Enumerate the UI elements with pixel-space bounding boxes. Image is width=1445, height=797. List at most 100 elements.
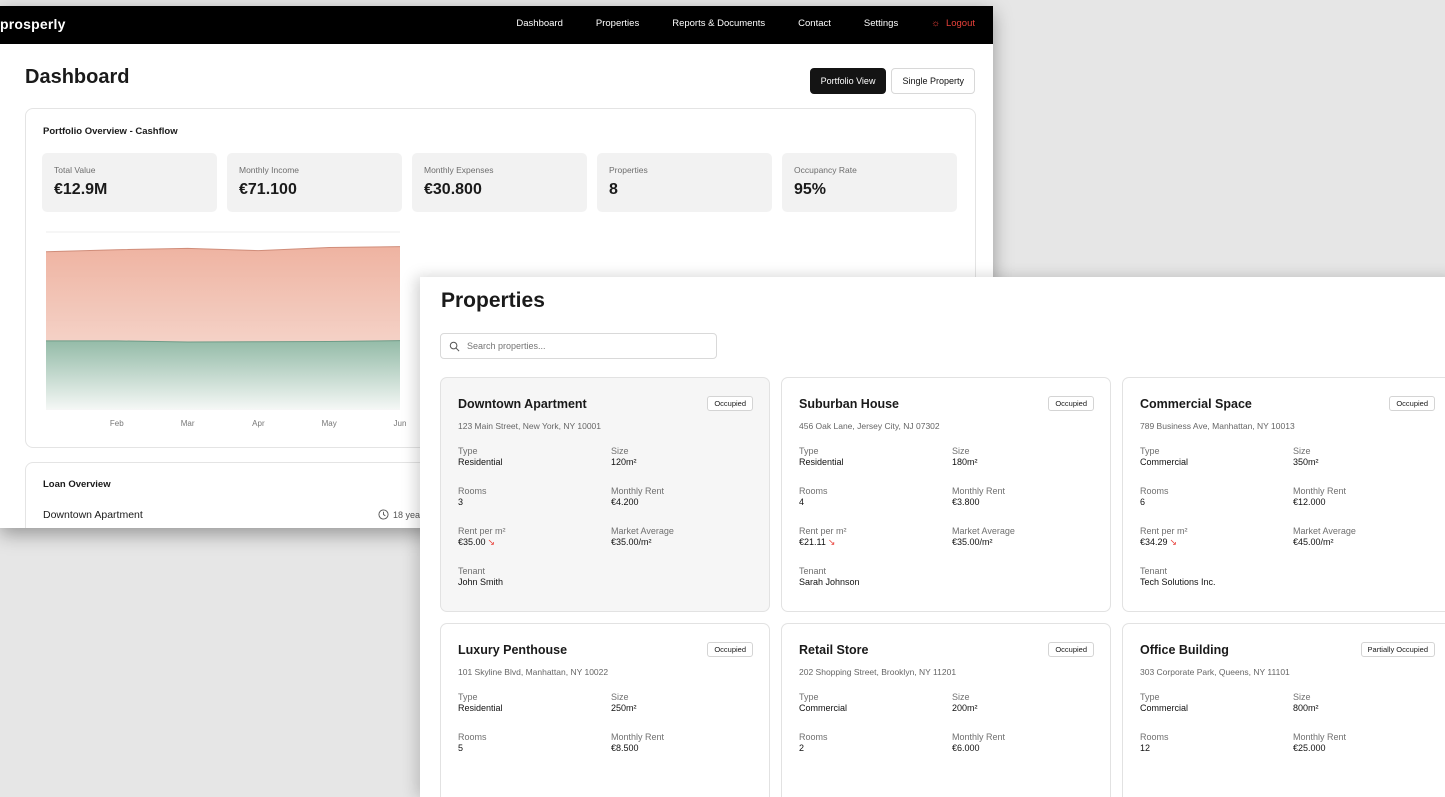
property-name: Office Building xyxy=(1140,643,1229,657)
field-rooms: Rooms 6 xyxy=(1140,486,1169,507)
property-name: Luxury Penthouse xyxy=(458,643,568,657)
search-box[interactable] xyxy=(440,333,717,359)
status-badge: Occupied xyxy=(707,396,753,411)
field-value: €6.000 xyxy=(952,743,1005,753)
field-label: Size xyxy=(1293,692,1311,702)
field-label: Rooms xyxy=(799,732,828,742)
field-label: Type xyxy=(799,446,819,456)
page-title: Dashboard xyxy=(25,66,130,88)
single-property-button[interactable]: Single Property xyxy=(891,68,975,94)
field-value: 2 xyxy=(799,743,828,753)
field-value: Residential xyxy=(458,457,503,467)
property-name: Retail Store xyxy=(799,643,869,657)
field-label: Size xyxy=(611,692,629,702)
nav-properties[interactable]: Properties xyxy=(596,18,639,29)
stat-properties: Properties 8 xyxy=(597,153,772,212)
brand-logo[interactable]: prosperly xyxy=(0,16,66,32)
field-value: Commercial xyxy=(799,703,847,713)
field-label: Size xyxy=(952,692,970,702)
field-value-text: Residential xyxy=(458,703,503,713)
field-value-text: Tech Solutions Inc. xyxy=(1140,577,1216,587)
field-value-text: 120m² xyxy=(611,457,637,467)
field-label: Rent per m² xyxy=(799,526,847,536)
logout-button[interactable]: ☼ Logout xyxy=(931,18,975,29)
property-address: 456 Oak Lane, Jersey City, NJ 07302 xyxy=(799,421,940,431)
property-card[interactable]: Suburban House Occupied 456 Oak Lane, Jers… xyxy=(781,377,1111,612)
property-name: Commercial Space xyxy=(1140,397,1252,411)
field-label: Rooms xyxy=(458,486,487,496)
field-value-text: €4.200 xyxy=(611,497,639,507)
field-value: €21.11 ↘ xyxy=(799,537,847,548)
property-address: 202 Shopping Street, Brooklyn, NY 11201 xyxy=(799,667,957,677)
nav-reports-documents[interactable]: Reports & Documents xyxy=(672,18,765,29)
field-label: Type xyxy=(1140,692,1160,702)
field-value: €25.000 xyxy=(1293,743,1346,753)
property-card[interactable]: Luxury Penthouse Occupied 101 Skyline Blvd… xyxy=(440,623,770,797)
field-value-text: 12 xyxy=(1140,743,1151,753)
x-tick-label: Apr xyxy=(252,419,265,428)
field-type: Type Commercial xyxy=(1140,692,1188,713)
field-value-text: Residential xyxy=(799,457,844,467)
field-label: Size xyxy=(1293,446,1311,456)
field-value-text: €6.000 xyxy=(952,743,980,753)
field-value: €12.000 xyxy=(1293,497,1346,507)
field-rent: Monthly Rent €12.000 xyxy=(1293,486,1346,507)
field-size: Size 800m² xyxy=(1293,692,1319,713)
field-label: Monthly Rent xyxy=(1293,486,1347,496)
property-card[interactable]: Downtown Apartment Occupied 123 Main Stree… xyxy=(440,377,770,612)
field-value-text: 800m² xyxy=(1293,703,1319,713)
cashflow-chart: Feb Mar Apr May Jun xyxy=(45,231,407,428)
field-market: Market Average €45.00/m² xyxy=(1293,526,1356,547)
field-value: Sarah Johnson xyxy=(799,577,860,587)
field-value: 250m² xyxy=(611,703,637,713)
nav-links: Dashboard Properties Reports & Documents… xyxy=(483,18,975,29)
field-tenant: Tenant Tech Solutions Inc. xyxy=(1140,566,1216,587)
field-value: Tech Solutions Inc. xyxy=(1140,577,1216,587)
sun-icon: ☼ xyxy=(931,18,940,29)
portfolio-view-button[interactable]: Portfolio View xyxy=(809,68,887,94)
field-label: Market Average xyxy=(952,526,1015,536)
field-value: 200m² xyxy=(952,703,978,713)
field-rent_m2: Rent per m² €35.00 ↘ xyxy=(458,526,506,548)
nav-settings[interactable]: Settings xyxy=(864,18,898,29)
field-rent: Monthly Rent €8.500 xyxy=(611,732,664,753)
loan-name: Downtown Apartment xyxy=(43,509,143,521)
field-rooms: Rooms 2 xyxy=(799,732,828,753)
field-value: €34.29 ↘ xyxy=(1140,537,1188,548)
x-tick-label: Feb xyxy=(110,419,124,428)
property-card[interactable]: Commercial Space Occupied 789 Business Ave… xyxy=(1122,377,1445,612)
nav-contact[interactable]: Contact xyxy=(798,18,831,29)
field-tenant: Tenant John Smith xyxy=(458,566,503,587)
nav-dashboard[interactable]: Dashboard xyxy=(516,18,562,29)
property-card[interactable]: Office Building Partially Occupied 303 Cor… xyxy=(1122,623,1445,797)
field-value-text: 4 xyxy=(799,497,805,507)
field-label: Rooms xyxy=(1140,732,1169,742)
x-tick-label: Jun xyxy=(394,419,407,428)
field-value: €35.00 ↘ xyxy=(458,537,506,548)
status-badge: Occupied xyxy=(1389,396,1435,411)
property-card[interactable]: Retail Store Occupied 202 Shopping Street,… xyxy=(781,623,1111,797)
field-value: 800m² xyxy=(1293,703,1319,713)
logout-label: Logout xyxy=(945,18,975,29)
stat-label: Occupancy Rate xyxy=(794,165,857,175)
field-value-text: Sarah Johnson xyxy=(799,577,860,587)
field-value-text: €8.500 xyxy=(611,743,639,753)
field-value: 12 xyxy=(1140,743,1169,753)
field-value: 3 xyxy=(458,497,487,507)
field-label: Tenant xyxy=(799,566,827,576)
field-rent: Monthly Rent €25.000 xyxy=(1293,732,1346,753)
field-rooms: Rooms 12 xyxy=(1140,732,1169,753)
field-label: Monthly Rent xyxy=(1293,732,1347,742)
field-value: 120m² xyxy=(611,457,637,467)
expenses-area xyxy=(46,340,400,409)
stat-label: Monthly Expenses xyxy=(424,165,494,175)
loan-title: Loan Overview xyxy=(43,479,111,490)
stat-value: €12.9M xyxy=(54,181,108,198)
search-input[interactable] xyxy=(465,340,709,352)
field-label: Rooms xyxy=(799,486,828,496)
field-value-text: 350m² xyxy=(1293,457,1319,467)
property-address: 101 Skyline Blvd, Manhattan, NY 10022 xyxy=(458,667,609,677)
field-value: 350m² xyxy=(1293,457,1319,467)
trend-down-icon: ↘ xyxy=(487,537,496,547)
field-tenant: Tenant Sarah Johnson xyxy=(799,566,860,587)
